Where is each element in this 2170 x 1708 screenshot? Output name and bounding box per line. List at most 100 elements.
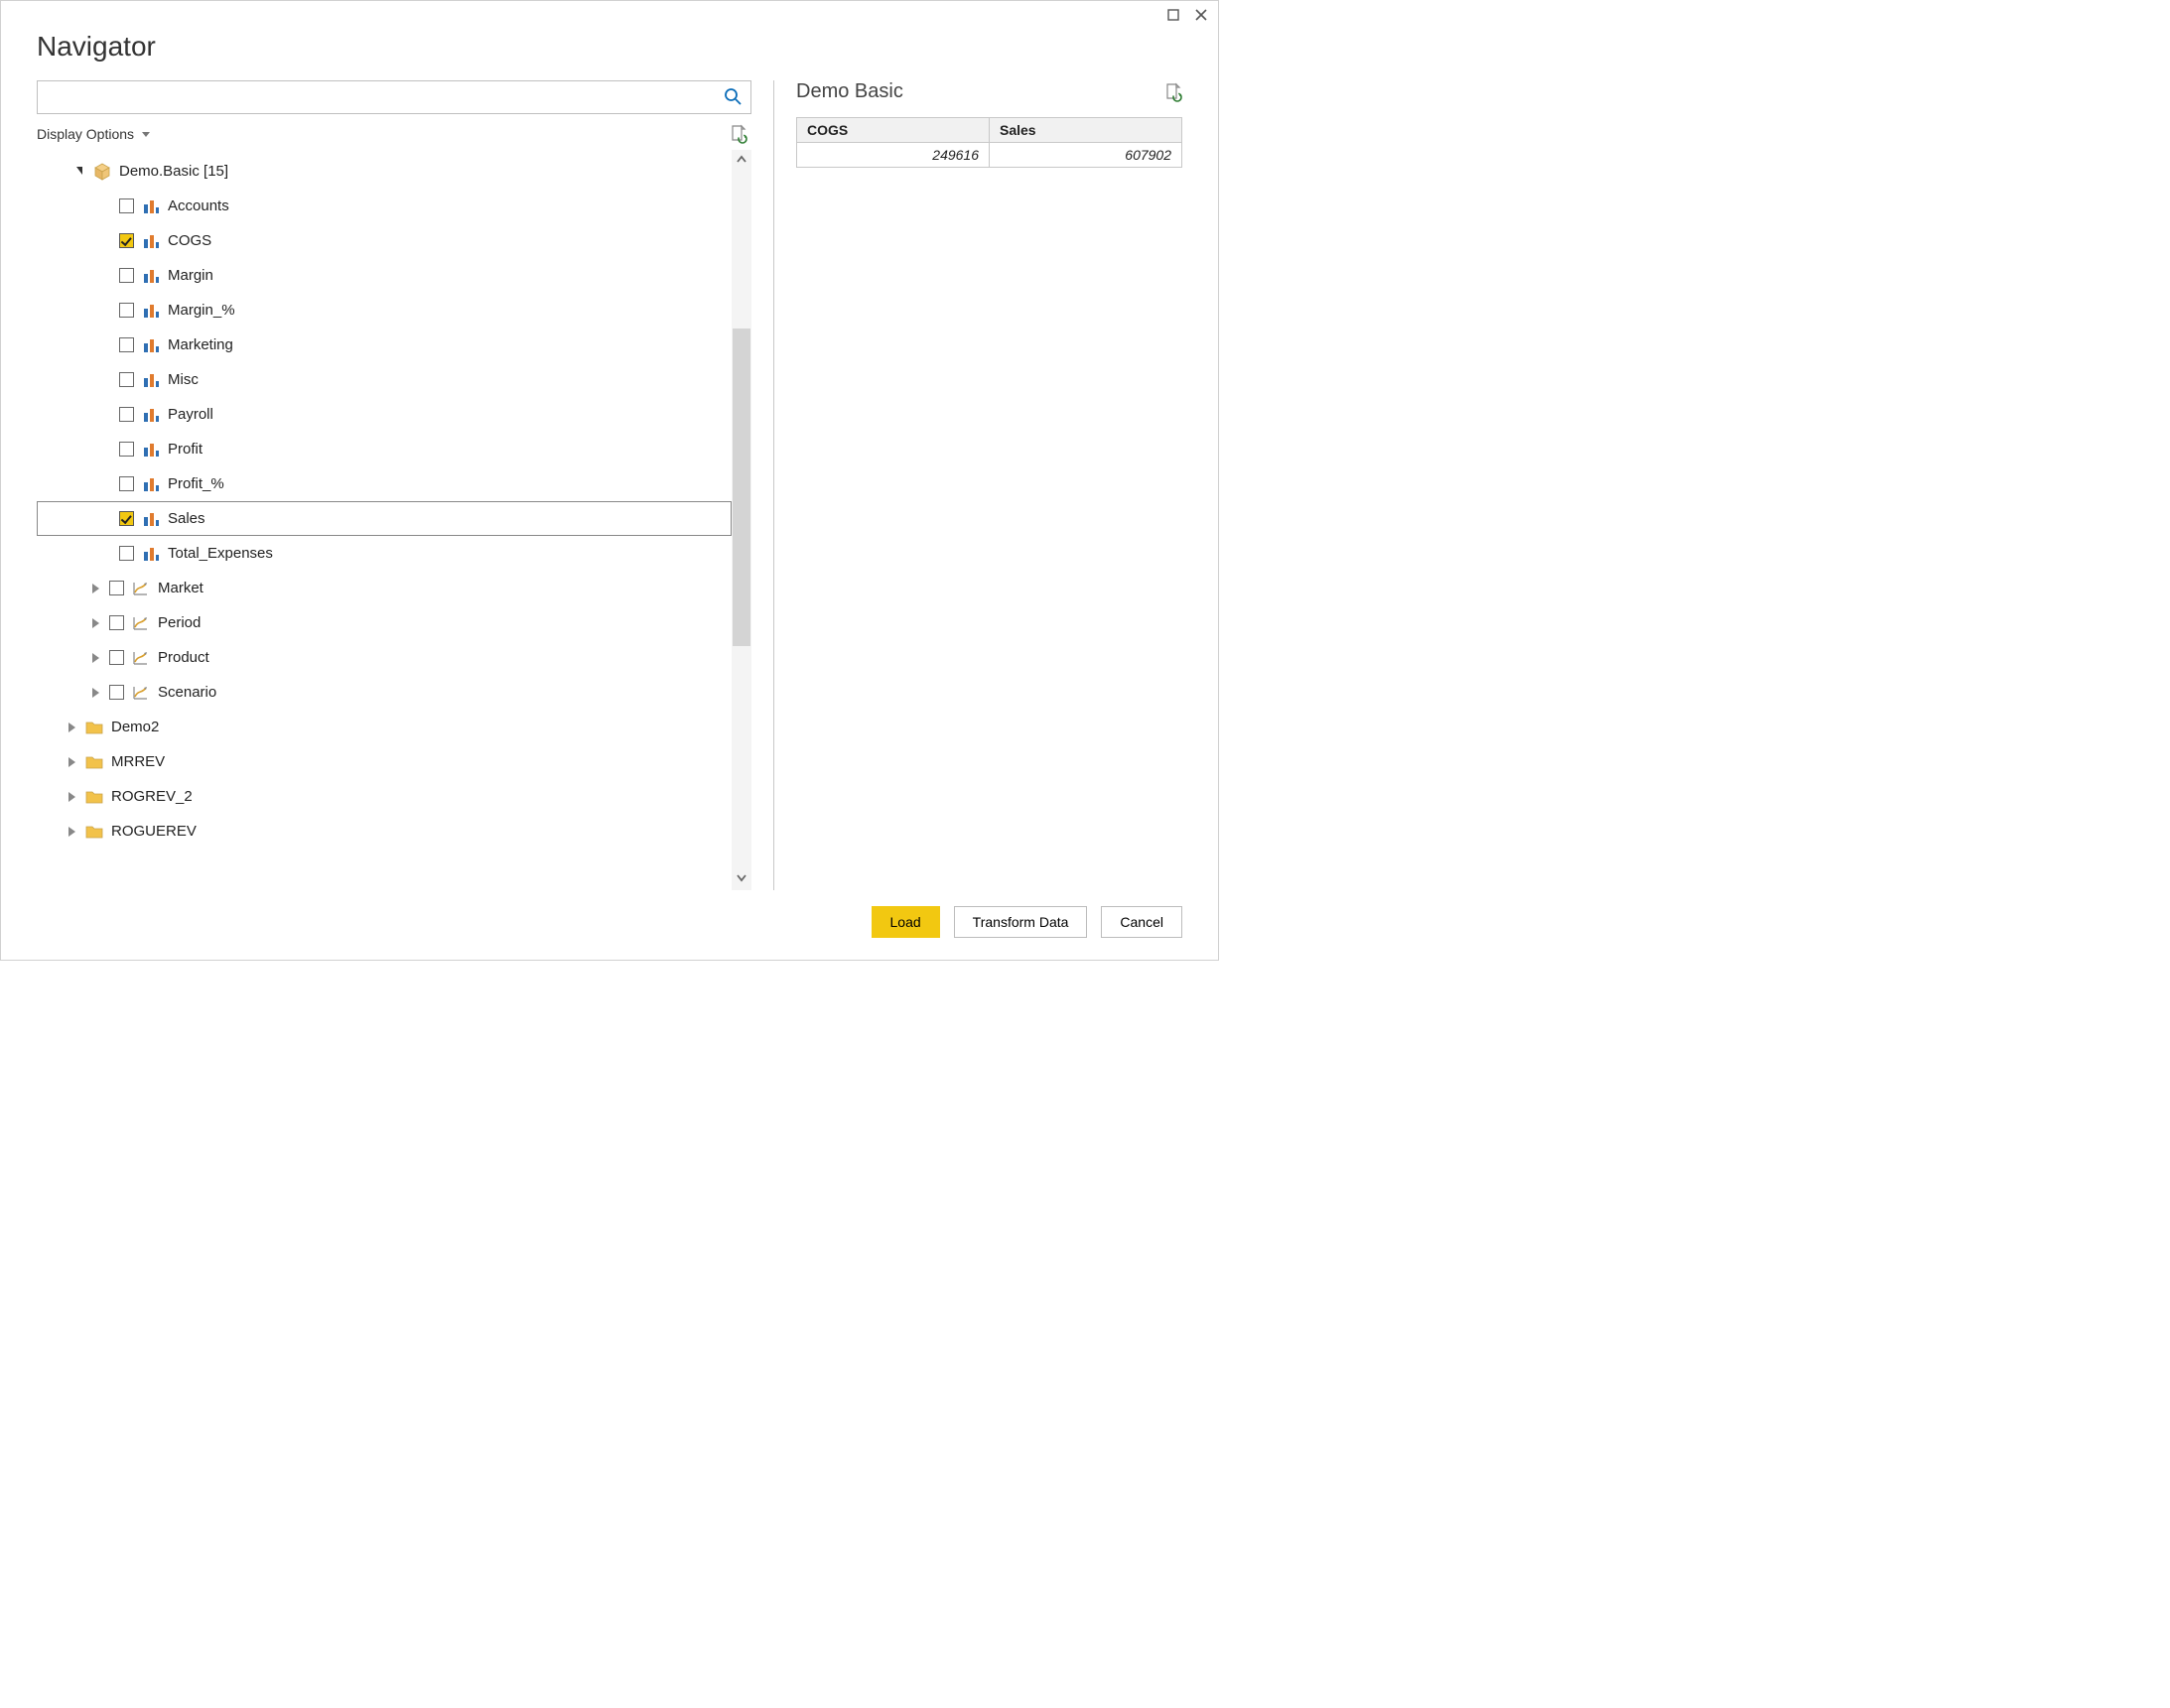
search-icon[interactable] xyxy=(723,86,743,109)
tree-folder-rogrev_2[interactable]: ROGREV_2 xyxy=(37,779,732,814)
tree-item-label: MRREV xyxy=(111,753,165,770)
dimension-icon xyxy=(132,684,150,702)
bar-chart-icon xyxy=(142,475,160,493)
tree-measure-profit[interactable]: Profit xyxy=(37,432,732,466)
tree-measure-misc[interactable]: Misc xyxy=(37,362,732,397)
display-options-dropdown[interactable]: Display Options xyxy=(37,126,150,142)
close-icon[interactable] xyxy=(1190,4,1212,26)
bar-chart-icon xyxy=(142,267,160,285)
tree-item-label: Demo.Basic [15] xyxy=(119,163,228,180)
expand-icon[interactable] xyxy=(66,757,77,767)
preview-cell: 607902 xyxy=(990,143,1182,168)
tree-item-label: COGS xyxy=(168,232,211,249)
left-pane: Display Options Demo.Basic [15] Accounts C… xyxy=(37,80,751,890)
load-button[interactable]: Load xyxy=(872,906,940,938)
expand-icon[interactable] xyxy=(66,792,77,802)
transform-data-button[interactable]: Transform Data xyxy=(954,906,1088,938)
bar-chart-icon xyxy=(142,406,160,424)
checkbox[interactable] xyxy=(119,476,134,491)
checkbox[interactable] xyxy=(109,685,124,700)
tree-item-label: Profit xyxy=(168,441,203,458)
folder-icon xyxy=(85,788,103,806)
cancel-button[interactable]: Cancel xyxy=(1101,906,1182,938)
tree-item-label: Product xyxy=(158,649,209,666)
tree-measure-profit_%[interactable]: Profit_% xyxy=(37,466,732,501)
tree-measure-margin_%[interactable]: Margin_% xyxy=(37,293,732,328)
tree-item-label: Margin_% xyxy=(168,302,235,319)
preview-title: Demo Basic xyxy=(796,80,903,103)
tree-measure-payroll[interactable]: Payroll xyxy=(37,397,732,432)
maximize-icon[interactable] xyxy=(1162,4,1184,26)
checkbox[interactable] xyxy=(119,337,134,352)
checkbox[interactable] xyxy=(119,303,134,318)
display-options-label: Display Options xyxy=(37,126,134,142)
tree-item-label: Demo2 xyxy=(111,719,159,735)
tree-item-label: Profit_% xyxy=(168,475,224,492)
navigator-tree[interactable]: Demo.Basic [15] Accounts COGS Margin Margin_… xyxy=(37,150,732,890)
scroll-down-icon[interactable] xyxy=(736,871,747,886)
tree-dimension-scenario[interactable]: Scenario xyxy=(37,675,732,710)
navigator-dialog: Navigator Display Options xyxy=(0,0,1219,961)
folder-icon xyxy=(85,753,103,771)
vertical-divider xyxy=(773,80,774,890)
tree-dimension-period[interactable]: Period xyxy=(37,605,732,640)
expand-icon[interactable] xyxy=(89,688,101,698)
chevron-down-icon xyxy=(142,132,150,137)
tree-item-label: Payroll xyxy=(168,406,213,423)
dimension-icon xyxy=(132,649,150,667)
tree-measure-total_expenses[interactable]: Total_Expenses xyxy=(37,536,732,571)
tree-dimension-product[interactable]: Product xyxy=(37,640,732,675)
tree-item-label: Total_Expenses xyxy=(168,545,273,562)
folder-icon xyxy=(85,823,103,841)
checkbox[interactable] xyxy=(119,268,134,283)
checkbox[interactable] xyxy=(119,546,134,561)
search-box[interactable] xyxy=(37,80,751,114)
checkbox[interactable] xyxy=(109,581,124,595)
expand-icon[interactable] xyxy=(89,653,101,663)
tree-scrollbar[interactable] xyxy=(732,150,751,890)
tree-root-demo-basic[interactable]: Demo.Basic [15] xyxy=(37,154,732,189)
tree-folder-mrrev[interactable]: MRREV xyxy=(37,744,732,779)
tree-item-label: ROGREV_2 xyxy=(111,788,193,805)
bar-chart-icon xyxy=(142,302,160,320)
expand-icon[interactable] xyxy=(66,827,77,837)
checkbox[interactable] xyxy=(119,442,134,457)
scroll-up-icon[interactable] xyxy=(736,154,747,169)
collapse-icon[interactable] xyxy=(73,168,85,176)
expand-icon[interactable] xyxy=(89,584,101,593)
scrollbar-thumb[interactable] xyxy=(733,328,750,646)
tree-measure-accounts[interactable]: Accounts xyxy=(37,189,732,223)
expand-icon[interactable] xyxy=(89,618,101,628)
tree-measure-margin[interactable]: Margin xyxy=(37,258,732,293)
cube-icon xyxy=(93,163,111,181)
tree-folder-demo2[interactable]: Demo2 xyxy=(37,710,732,744)
checkbox[interactable] xyxy=(119,233,134,248)
dimension-icon xyxy=(132,614,150,632)
tree-item-label: Margin xyxy=(168,267,213,284)
refresh-data-icon[interactable] xyxy=(1164,82,1182,102)
checkbox[interactable] xyxy=(119,372,134,387)
preview-pane: Demo Basic COGSSales249616607902 xyxy=(796,80,1182,890)
tree-measure-cogs[interactable]: COGS xyxy=(37,223,732,258)
tree-item-label: Sales xyxy=(168,510,205,527)
checkbox[interactable] xyxy=(119,198,134,213)
search-input[interactable] xyxy=(46,82,723,112)
checkbox[interactable] xyxy=(119,511,134,526)
bar-chart-icon xyxy=(142,545,160,563)
preview-table: COGSSales249616607902 xyxy=(796,117,1182,168)
checkbox[interactable] xyxy=(109,615,124,630)
tree-folder-roguerev[interactable]: ROGUEREV xyxy=(37,814,732,849)
checkbox[interactable] xyxy=(119,407,134,422)
tree-measure-marketing[interactable]: Marketing xyxy=(37,328,732,362)
bar-chart-icon xyxy=(142,441,160,459)
tree-item-label: Period xyxy=(158,614,201,631)
bar-chart-icon xyxy=(142,232,160,250)
refresh-preview-icon[interactable] xyxy=(730,124,747,144)
checkbox[interactable] xyxy=(109,650,124,665)
dimension-icon xyxy=(132,580,150,597)
expand-icon[interactable] xyxy=(66,723,77,732)
dialog-title: Navigator xyxy=(1,29,1218,80)
tree-measure-sales[interactable]: Sales xyxy=(37,501,732,536)
tree-dimension-market[interactable]: Market xyxy=(37,571,732,605)
folder-icon xyxy=(85,719,103,736)
